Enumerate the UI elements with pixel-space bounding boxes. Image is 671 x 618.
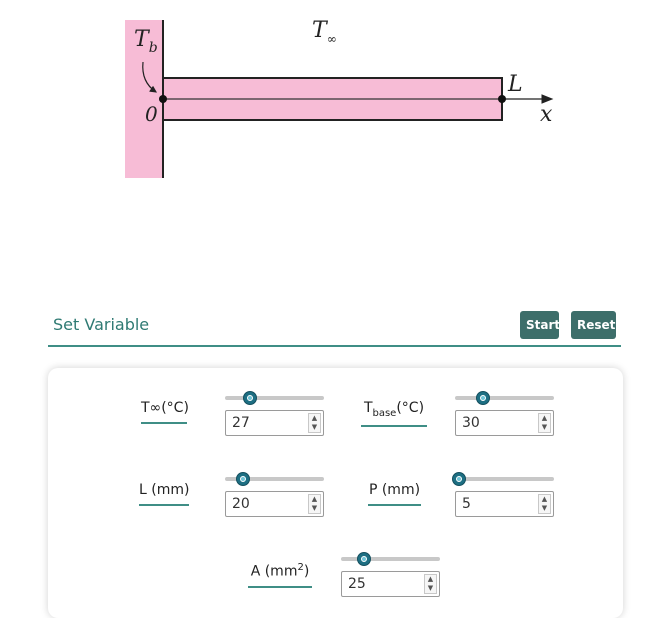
- spinner-up-down-icon[interactable]: ▲ ▼: [308, 413, 321, 433]
- fin-diagram: Tb T∞ 0 L x: [125, 18, 554, 178]
- t-inf-value: 27: [232, 415, 250, 431]
- slider-thumb-icon[interactable]: [475, 391, 490, 405]
- t-base-slider[interactable]: [455, 391, 554, 405]
- length-input[interactable]: 20 ▲ ▼: [225, 491, 324, 517]
- length-label: L: [507, 72, 523, 97]
- t-base-input[interactable]: 30 ▲ ▼: [455, 410, 554, 436]
- area-label-main: A (mm: [250, 563, 298, 580]
- slider-thumb-icon[interactable]: [235, 472, 250, 486]
- slider-track: [455, 477, 554, 481]
- spinner-up-down-icon[interactable]: ▲ ▼: [308, 494, 321, 514]
- t-inf-label-text: T∞(°C): [141, 400, 189, 424]
- set-variable-header: Set Variable Start Reset: [48, 305, 621, 347]
- slider-thumb-icon[interactable]: [356, 552, 371, 566]
- area-label-text: A (mm2): [248, 562, 312, 588]
- length-value: 20: [232, 496, 250, 512]
- area-slider[interactable]: [341, 552, 440, 566]
- t-base-label-sub: base: [372, 407, 397, 419]
- spinner-up-down-icon[interactable]: ▲ ▼: [538, 494, 551, 514]
- slider-track: [225, 396, 324, 400]
- t-inf-slider[interactable]: [225, 391, 324, 405]
- end-point: [498, 95, 506, 103]
- perimeter-slider[interactable]: [451, 472, 554, 486]
- area-value: 25: [348, 576, 366, 592]
- slider-thumb-icon[interactable]: [242, 391, 257, 405]
- t-base-label-main: T: [363, 400, 373, 416]
- t-base-label-text: Tbase(°C): [361, 400, 427, 427]
- perimeter-value: 5: [462, 496, 471, 512]
- spinner-up-down-icon[interactable]: ▲ ▼: [424, 574, 437, 594]
- area-input[interactable]: 25 ▲ ▼: [341, 571, 440, 597]
- perimeter-input[interactable]: 5 ▲ ▼: [455, 491, 554, 517]
- t-base-value: 30: [462, 415, 480, 431]
- start-button[interactable]: Start: [520, 311, 560, 339]
- slider-track: [341, 557, 440, 561]
- reset-button[interactable]: Reset: [571, 311, 616, 339]
- t-base-label-unit: (°C): [396, 400, 425, 416]
- area-label-end: ): [303, 563, 310, 580]
- slider-thumb-icon[interactable]: [451, 472, 466, 486]
- origin-point: [159, 95, 167, 103]
- length-slider[interactable]: [225, 472, 324, 486]
- spinner-up-down-icon[interactable]: ▲ ▼: [538, 413, 551, 433]
- slider-track: [455, 396, 554, 400]
- length-label-text: L (mm): [139, 482, 189, 506]
- t-inf-input[interactable]: 27 ▲ ▼: [225, 410, 324, 436]
- variable-panel: T∞(°C) 27 ▲ ▼ Tbase(°C) 30 ▲ ▼ L (mm) 20…: [48, 368, 623, 618]
- x-axis-label: x: [540, 102, 553, 127]
- t-inf-label: T∞: [312, 18, 337, 46]
- section-title: Set Variable: [53, 315, 150, 334]
- origin-label: 0: [145, 102, 158, 126]
- perimeter-label-text: P (mm): [368, 482, 421, 506]
